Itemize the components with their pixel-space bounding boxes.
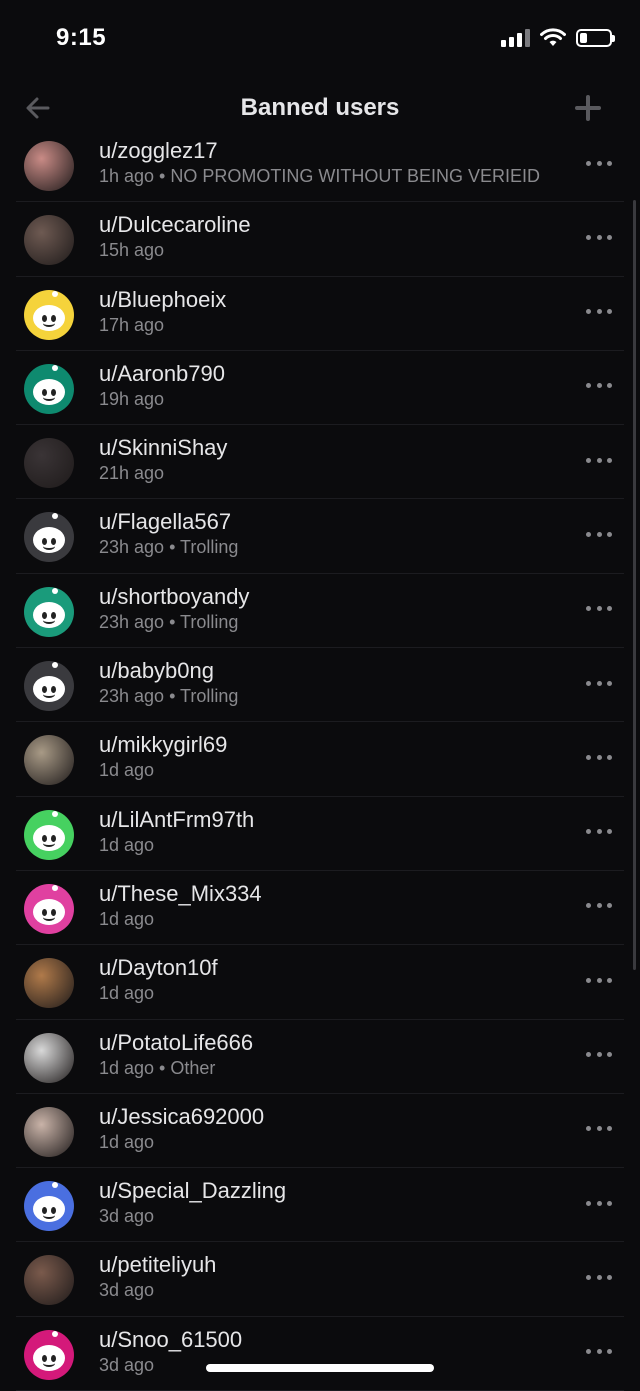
more-options-icon[interactable] (586, 747, 612, 767)
ban-info: 23h ago • Trolling (99, 686, 239, 707)
list-item[interactable]: u/babyb0ng 23h ago • Trolling (0, 648, 640, 723)
more-options-icon[interactable] (586, 673, 612, 693)
battery-icon (576, 29, 615, 47)
list-item[interactable]: u/petiteliyuh 3d ago (0, 1242, 640, 1318)
avatar[interactable] (24, 958, 74, 1009)
ban-info: 1d ago (99, 1131, 155, 1152)
avatar[interactable] (24, 735, 74, 786)
snoo-avatar[interactable] (24, 1181, 74, 1232)
ban-info: 1d ago (99, 834, 155, 855)
more-options-icon[interactable] (586, 1193, 612, 1213)
username[interactable]: u/Aaronb790 (99, 361, 225, 387)
more-options-icon[interactable] (586, 1045, 612, 1065)
more-options-icon[interactable] (586, 153, 612, 173)
more-options-icon[interactable] (586, 524, 612, 544)
more-options-icon[interactable] (586, 450, 612, 470)
list-item[interactable]: u/Special_Dazzling 3d ago (0, 1168, 640, 1243)
ban-info: 3d ago (99, 1354, 155, 1375)
more-options-icon[interactable] (586, 896, 612, 916)
ban-info: 1d ago (99, 983, 155, 1004)
username[interactable]: u/zogglez17 (99, 138, 218, 164)
ban-info: 23h ago • Trolling (99, 611, 239, 632)
list-item[interactable]: u/shortboyandy 23h ago • Trolling (0, 574, 640, 649)
list-item[interactable]: u/These_Mix334 1d ago (0, 871, 640, 946)
avatar[interactable] (24, 141, 74, 191)
ban-info: 1h ago • NO PROMOTING WITHOUT BEING VERI… (99, 166, 541, 186)
username[interactable]: u/PotatoLife666 (99, 1030, 253, 1056)
list-item[interactable]: u/Jessica692000 1d ago (0, 1094, 640, 1169)
add-icon[interactable] (572, 92, 604, 124)
list-item[interactable]: u/PotatoLife666 1d ago • Other (0, 1020, 640, 1095)
avatar[interactable] (24, 215, 74, 266)
username[interactable]: u/Flagella567 (99, 509, 231, 535)
list-item[interactable]: u/Flagella567 23h ago • Trolling (0, 499, 640, 575)
list-item[interactable]: u/zogglez17 1h ago • NO PROMOTING WITHOUT… (0, 128, 640, 203)
page-title: Banned users (240, 94, 400, 121)
more-options-icon[interactable] (586, 822, 612, 842)
username[interactable]: u/Snoo_61500 (99, 1327, 242, 1353)
username[interactable]: u/Dulcecaroline (99, 212, 251, 238)
avatar[interactable] (24, 438, 74, 489)
snoo-avatar[interactable] (24, 883, 74, 934)
snoo-avatar[interactable] (24, 512, 74, 563)
more-options-icon[interactable] (586, 376, 612, 396)
status-time: 9:15 (56, 24, 107, 51)
list-item[interactable]: u/Dayton10f 1d ago (0, 945, 640, 1020)
username[interactable]: u/shortboyandy (99, 584, 249, 610)
banned-users-list: u/zogglez17 1h ago • NO PROMOTING WITHOUT… (0, 128, 640, 1391)
snoo-avatar[interactable] (24, 363, 74, 414)
list-item[interactable]: u/Aaronb790 19h ago (0, 351, 640, 426)
ban-info: 21h ago (99, 463, 165, 484)
ban-info: 3d ago (99, 1280, 155, 1301)
list-item[interactable]: u/Bluephoeix 17h ago (0, 277, 640, 352)
ban-info: 1d ago (99, 908, 155, 929)
more-options-icon[interactable] (586, 302, 612, 322)
list-item[interactable]: u/SkinniShay 21h ago (0, 425, 640, 500)
snoo-avatar[interactable] (24, 809, 74, 860)
ban-info: 3d ago (99, 1206, 155, 1227)
header: Banned users (0, 84, 640, 132)
snoo-avatar[interactable] (24, 661, 74, 712)
more-options-icon[interactable] (586, 1342, 612, 1362)
username[interactable]: u/petiteliyuh (99, 1252, 216, 1278)
list-item[interactable]: u/Snoo_61500 3d ago (0, 1317, 640, 1391)
ban-info: 17h ago (99, 314, 165, 335)
snoo-avatar[interactable] (24, 1329, 74, 1380)
username[interactable]: u/SkinniShay (99, 435, 227, 461)
username[interactable]: u/LilAntFrm97th (99, 807, 254, 833)
more-options-icon[interactable] (586, 1267, 612, 1287)
list-item[interactable]: u/LilAntFrm97th 1d ago (0, 797, 640, 872)
username[interactable]: u/Special_Dazzling (99, 1178, 286, 1204)
list-item[interactable]: u/mikkygirl69 1d ago (0, 722, 640, 797)
ban-info: 1d ago (99, 760, 155, 781)
more-options-icon[interactable] (586, 227, 612, 247)
avatar[interactable] (24, 1032, 74, 1083)
list-item[interactable]: u/Dulcecaroline 15h ago (0, 202, 640, 277)
username[interactable]: u/Dayton10f (99, 955, 218, 981)
more-options-icon[interactable] (586, 1119, 612, 1139)
cellular-signal-icon (501, 29, 530, 47)
ban-info: 15h ago (99, 240, 165, 261)
snoo-avatar[interactable] (24, 586, 74, 637)
username[interactable]: u/Bluephoeix (99, 287, 226, 313)
username[interactable]: u/These_Mix334 (99, 881, 262, 907)
username[interactable]: u/babyb0ng (99, 658, 214, 684)
more-options-icon[interactable] (586, 970, 612, 990)
username[interactable]: u/Jessica692000 (99, 1104, 264, 1130)
ban-info: 19h ago (99, 388, 165, 409)
username[interactable]: u/mikkygirl69 (99, 732, 227, 758)
more-options-icon[interactable] (586, 599, 612, 619)
avatar[interactable] (24, 1106, 74, 1157)
status-icons (501, 26, 615, 50)
status-bar: 9:15 (0, 0, 640, 80)
scrollbar[interactable] (633, 200, 636, 970)
snoo-avatar[interactable] (24, 289, 74, 340)
ban-info: 23h ago • Trolling (99, 537, 239, 558)
home-indicator[interactable] (206, 1364, 434, 1372)
avatar[interactable] (24, 1255, 74, 1306)
wifi-icon (540, 28, 566, 46)
ban-info: 1d ago • Other (99, 1057, 216, 1078)
